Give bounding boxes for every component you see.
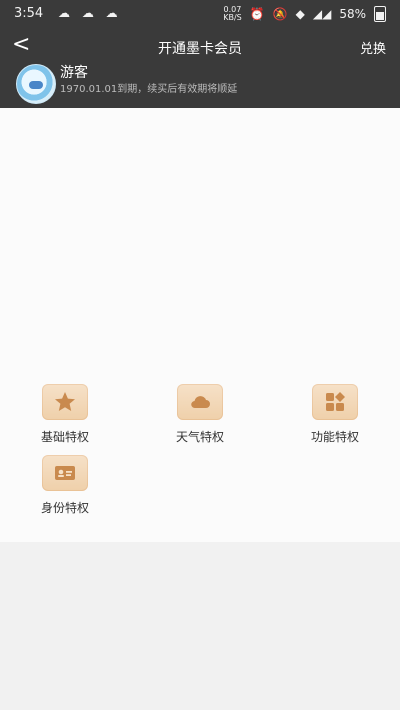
alarm-icon: ⏰ — [249, 7, 265, 21]
avatar[interactable] — [16, 64, 56, 104]
navbar: < 开通墨卡会员 兑换 — [0, 32, 400, 62]
privilege-weather[interactable]: 天气特权 — [145, 384, 255, 454]
status-bar: 3:54 ☁ ☁ ☁ 0.07 KB/S ⏰ 🔕 ◆ ◢◢ 58% — [0, 0, 400, 28]
privilege-identity[interactable]: 身份特权 — [10, 455, 120, 525]
privilege-basic[interactable]: 基础特权 — [10, 384, 120, 454]
user-name: 游客 — [60, 65, 88, 81]
privilege-label: 天气特权 — [175, 430, 224, 444]
wifi-icon: ◆ — [295, 7, 305, 21]
battery-percent: 58% — [339, 7, 366, 21]
membership-expiry: 1970.01.01到期，续买后有效期将顺延 — [60, 84, 238, 95]
redeem-button[interactable]: 兑换 — [360, 38, 386, 57]
privilege-label: 身份特权 — [40, 501, 89, 515]
privilege-tile — [312, 384, 358, 420]
page-title: 开通墨卡会员 — [158, 41, 242, 57]
privilege-tile — [177, 384, 223, 420]
privilege-label: 基础特权 — [40, 430, 89, 444]
status-time: 3:54 — [14, 6, 44, 21]
cloud-icon — [191, 396, 210, 409]
bottom-blank-area — [0, 542, 400, 710]
star-icon — [55, 392, 75, 411]
privilege-tile — [42, 384, 88, 420]
signal-icon: ◢◢ — [312, 7, 332, 21]
notification-icons: ☁ ☁ ☁ — [58, 6, 122, 20]
network-speed-unit: KB/S — [223, 13, 242, 22]
content-area: 基础特权 天气特权 功能特权 身份特权 — [0, 108, 400, 542]
privilege-tile — [42, 455, 88, 491]
mute-icon: 🔕 — [272, 7, 288, 21]
network-speed: 0.07 KB/S — [223, 6, 242, 22]
apps-icon — [326, 392, 345, 411]
id-card-icon — [55, 466, 75, 480]
privilege-label: 功能特权 — [310, 430, 359, 444]
privilege-function[interactable]: 功能特权 — [280, 384, 390, 454]
header: 3:54 ☁ ☁ ☁ 0.07 KB/S ⏰ 🔕 ◆ ◢◢ 58% < 开通墨卡… — [0, 0, 400, 108]
battery-icon — [374, 6, 386, 22]
user-info: 游客 1970.01.01到期，续买后有效期将顺延 — [16, 62, 386, 106]
status-right: 0.07 KB/S ⏰ 🔕 ◆ ◢◢ 58% — [223, 6, 386, 22]
